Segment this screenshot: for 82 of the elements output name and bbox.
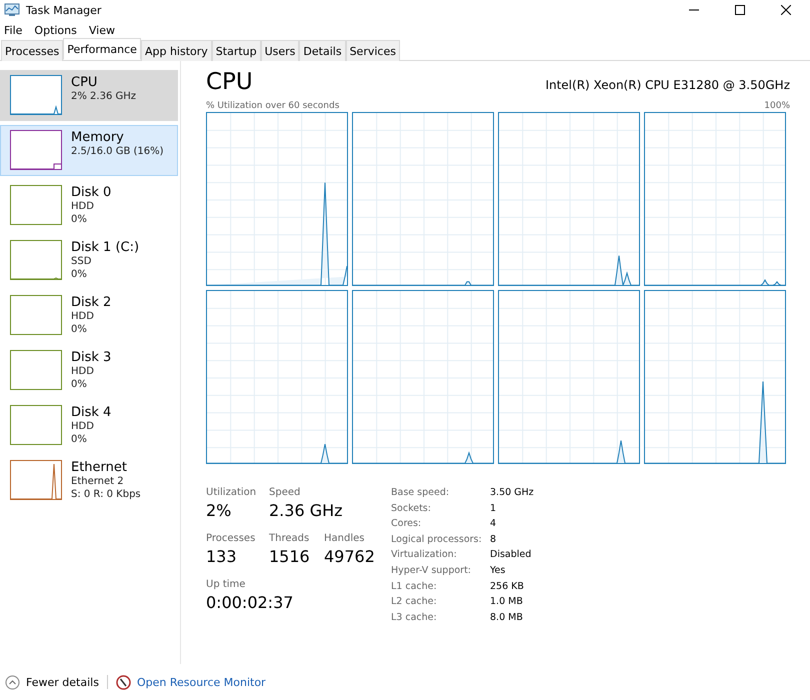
detail-label: Hyper-V support: [391,564,472,578]
detail-label: L1 cache: [391,580,438,594]
close-icon [781,5,791,15]
sidebar-item[interactable]: Memory 2.5/16.0 GB (16%) [0,125,178,176]
item-detail: 0% [71,213,88,226]
chevron-up-icon [5,674,20,690]
tab[interactable]: Performance [63,38,141,60]
tab[interactable]: Users [260,40,300,61]
sidebar-item[interactable]: Disk 1 (C:) SSD 0% [0,235,178,286]
item-title: Disk 0 [71,185,112,200]
stat-value: 1516 [269,546,311,568]
item-detail: 0% [71,378,88,391]
item-title: Disk 1 (C:) [71,240,140,255]
window-title: Task Manager [26,4,102,16]
detail-value: 256 KB [490,580,525,594]
gauge-icon [116,674,131,690]
panel-title: CPU [206,69,253,95]
menu-item[interactable]: File [4,24,22,36]
maximize-icon [735,5,745,15]
processor-model: Intel(R) Xeon(R) CPU E31280 @ 3.50GHz [545,78,790,92]
item-title: CPU [71,75,98,90]
item-detail: HDD [71,420,95,433]
sidebar-item[interactable]: Ethernet Ethernet 2 S: 0 R: 0 Kbps [0,455,178,506]
item-title: Disk 4 [71,405,112,420]
detail-value: 8.0 MB [490,610,524,624]
item-detail: 0% [71,268,88,281]
detail-label: Virtualization: [391,548,458,562]
item-detail: HDD [71,200,95,213]
fewer-details-link[interactable]: Fewer details [5,674,99,690]
item-detail: 2% 2.36 GHz [71,90,136,103]
graph-caption: % Utilization over 60 seconds [206,101,340,111]
sidebar-item[interactable]: CPU 2% 2.36 GHz [0,70,178,121]
menu-item[interactable]: Options [34,24,77,36]
item-title: Disk 3 [71,350,112,365]
stat-label: Speed [269,486,302,500]
sidebar-item[interactable]: Disk 3 HDD 0% [0,345,178,396]
detail-label: Base speed: [391,486,450,500]
menu-item[interactable]: View [88,24,115,36]
stat-value: 0:00:02:37 [206,592,294,614]
stat-label: Up time [206,578,246,592]
stat-value: 49762 [324,546,376,568]
detail-label: Logical processors: [391,532,483,546]
item-detail: HDD [71,310,95,323]
monitor-icon [4,3,20,17]
tab[interactable]: Startup [212,40,261,61]
detail-label: Sockets: [391,502,432,516]
sidebar-item[interactable]: Disk 2 HDD 0% [0,290,178,341]
detail-value: 4 [490,517,498,531]
detail-value: Disabled [490,548,532,562]
tab[interactable]: App history [140,40,212,61]
detail-label: Cores: [391,517,422,531]
item-detail: Ethernet 2 [71,475,125,488]
detail-value: Yes [490,564,506,578]
stat-value: 2.36 GHz [269,500,344,522]
sidebar-item[interactable]: Disk 0 HDD 0% [0,180,178,231]
item-detail: 0% [71,433,88,446]
detail-label: L3 cache: [391,610,438,624]
sidebar-item[interactable]: Disk 4 HDD 0% [0,400,178,451]
graph-max-label: 100% [764,101,790,111]
item-detail: SSD [71,255,92,268]
stat-label: Processes [206,532,256,546]
item-detail: HDD [71,365,95,378]
stat-value: 133 [206,546,238,568]
item-title: Disk 2 [71,295,112,310]
stat-value: 2% [206,500,232,522]
tab[interactable]: Services [346,40,400,61]
item-title: Ethernet [71,460,128,475]
detail-value: 3.50 GHz [490,486,534,500]
item-title: Memory [71,130,125,145]
detail-value: 1 [490,502,498,516]
detail-value: 1.0 MB [490,595,524,609]
item-detail: 2.5/16.0 GB (16%) [71,145,164,158]
stat-label: Utilization [206,486,258,500]
stat-label: Threads [269,532,310,546]
item-detail: 0% [71,323,88,336]
item-detail: S: 0 R: 0 Kbps [71,488,141,501]
detail-value: 8 [490,532,498,546]
tab[interactable]: Details [299,40,346,61]
detail-label: L2 cache: [391,595,438,609]
resource-monitor-link[interactable]: Open Resource Monitor [116,674,266,690]
tab[interactable]: Processes [1,40,64,61]
stat-label: Handles [324,532,366,546]
